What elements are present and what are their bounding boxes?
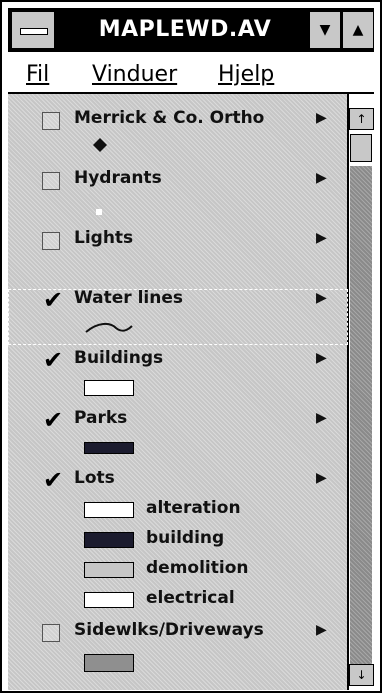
line-symbol-icon [85,322,133,333]
menu-fil[interactable]: Fil [26,62,49,87]
sidewalks-swatch [84,654,134,672]
menu-bar: Fil Vinduer Hjelp [8,58,374,94]
expand-arrow-icon[interactable]: ▶ [316,110,327,126]
scroll-up-button[interactable]: ↑ [349,108,374,130]
minimize-icon: ▼ [319,22,331,38]
parks-swatch [84,442,134,454]
layer-visibility-checkbox[interactable]: ✔ [42,408,63,432]
layer-visibility-checkbox[interactable]: ✔ [42,288,63,312]
scroll-up-icon: ↑ [356,112,367,126]
lots-legend-label: electrical [146,588,235,608]
scroll-track[interactable] [350,166,372,664]
layer-label: Lights [74,228,134,248]
title-bar[interactable]: MAPLEWD.AV ▼ ▲ [8,8,374,52]
layer-label: Hydrants [74,168,162,188]
expand-arrow-icon[interactable]: ▶ [316,350,327,366]
system-menu-button[interactable] [11,11,55,49]
vertical-scrollbar[interactable]: ↑ ↓ [348,94,374,690]
expand-arrow-icon[interactable]: ▶ [316,290,327,306]
menu-vinduer[interactable]: Vinduer [92,62,177,87]
expand-arrow-icon[interactable]: ▶ [316,170,327,186]
lots-legend-swatch [84,502,134,518]
scroll-down-icon: ↓ [356,668,367,682]
expand-arrow-icon[interactable]: ▶ [316,410,327,426]
system-menu-icon [20,28,48,35]
maximize-button[interactable]: ▲ [342,11,374,49]
expand-arrow-icon[interactable]: ▶ [316,470,327,486]
layer-visibility-checkbox[interactable]: ✔ [42,348,63,372]
hydrant-symbol-icon [96,209,102,215]
window-title: MAPLEWD.AV [98,17,272,42]
layer-label: Lots [74,468,115,488]
buildings-swatch [84,380,134,396]
layer-label: Parks [74,408,128,428]
layer-visibility-checkbox[interactable] [42,172,60,190]
menu-fil-label: Fil [26,62,50,87]
layer-label: Merrick & Co. Ortho [74,108,265,128]
lots-legend-swatch [84,592,134,608]
expand-arrow-icon[interactable]: ▶ [316,622,327,638]
lots-legend-label: alteration [146,498,241,518]
menu-hjelp[interactable]: Hjelp [218,62,274,87]
scroll-thumb[interactable] [350,134,372,162]
maximize-icon: ▲ [352,22,364,38]
legend-panel: Merrick & Co. Ortho ▶ Hydrants ▶ Lights … [8,94,348,690]
layer-label: Water lines [74,288,183,308]
layer-label: Buildings [74,348,164,368]
lots-legend-label: demolition [146,558,249,578]
point-symbol-icon [93,138,107,152]
menu-hjelp-label: Hjelp [218,62,275,87]
expand-arrow-icon[interactable]: ▶ [316,230,327,246]
layer-visibility-checkbox[interactable] [42,112,60,130]
scroll-down-button[interactable]: ↓ [349,664,374,686]
lots-legend-label: building [146,528,225,548]
minimize-button[interactable]: ▼ [309,11,341,49]
layer-visibility-checkbox[interactable] [42,624,60,642]
lots-legend-swatch [84,562,134,578]
lots-legend-swatch [84,532,134,548]
layer-visibility-checkbox[interactable] [42,232,60,250]
menu-vinduer-label: Vinduer [92,62,178,87]
layer-label: Sidewlks/Driveways [74,620,264,640]
layer-visibility-checkbox[interactable]: ✔ [42,468,63,492]
app-window: MAPLEWD.AV ▼ ▲ Fil Vinduer Hjelp Merrick… [0,0,382,693]
